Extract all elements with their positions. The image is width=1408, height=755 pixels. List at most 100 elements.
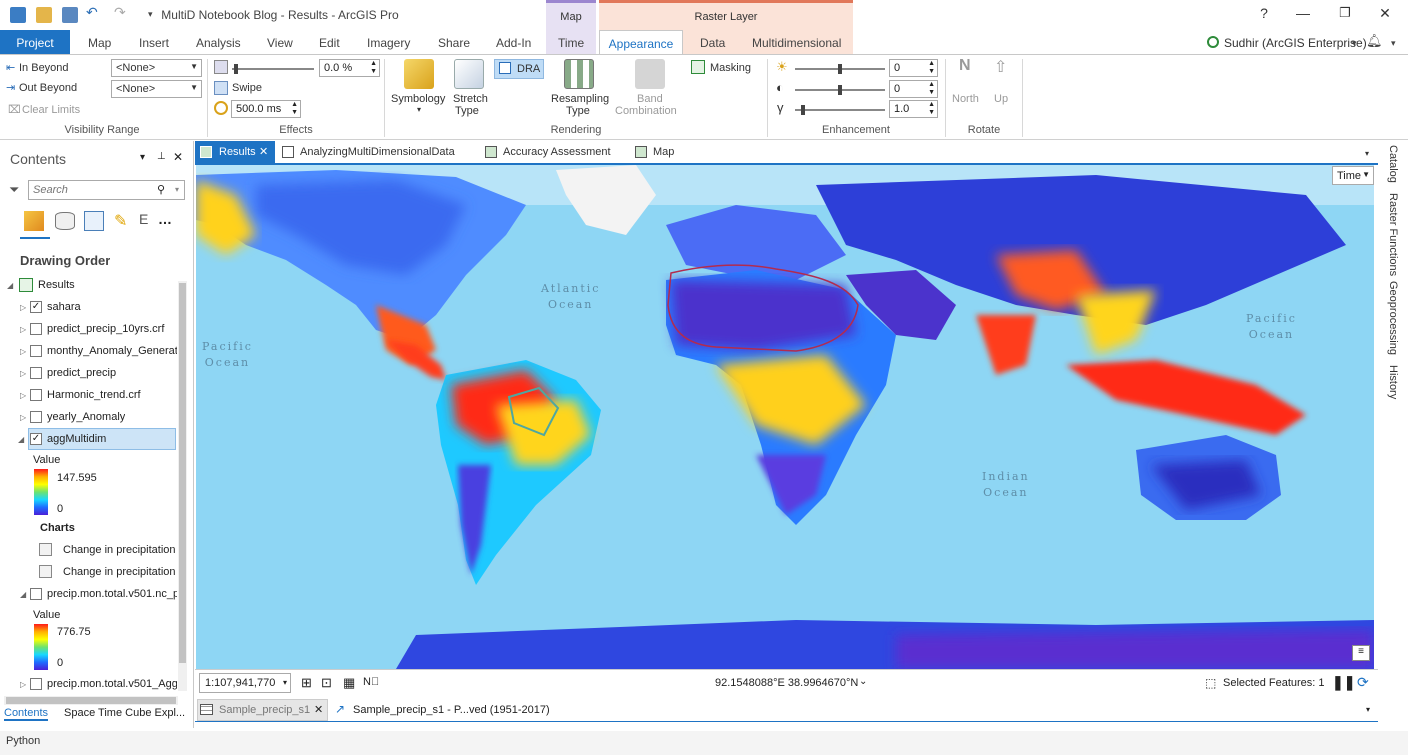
user-menu-arrow-icon[interactable]: ▾	[1352, 38, 1357, 49]
layer-checkbox[interactable]	[30, 411, 42, 423]
band-combination-label-1[interactable]: Band	[637, 93, 663, 105]
expand-arrow-icon[interactable]: ▷	[20, 347, 26, 356]
tab-project[interactable]: Project	[0, 30, 70, 54]
map-name[interactable]: Results	[38, 279, 75, 291]
tab-analysis[interactable]: Analysis	[196, 36, 241, 50]
notification-bell-icon[interactable]: 🔔︎	[1366, 33, 1383, 49]
expand-arrow-icon[interactable]: ▷	[20, 391, 26, 400]
expand-arrow-icon[interactable]: ▷	[20, 325, 26, 334]
refresh-icon[interactable]: ⟳	[1357, 674, 1369, 691]
layer-monthy-anomaly[interactable]: monthy_Anomaly_Generate	[47, 345, 177, 357]
search-input[interactable]	[33, 182, 153, 198]
pane-tab-raster-functions[interactable]: Raster Functions	[1387, 193, 1399, 276]
slider-thumb[interactable]	[801, 105, 805, 115]
pause-drawing-icon[interactable]: ❚❚	[1332, 674, 1355, 691]
list-by-snapping-icon[interactable]: E	[139, 211, 148, 227]
layer-precip-nc[interactable]: precip.mon.total.v501.nc_p	[47, 588, 177, 600]
doc-tab-accuracy[interactable]: Accuracy Assessment	[503, 146, 611, 158]
spinner-arrows-icon[interactable]: ▲ ▼	[928, 81, 935, 97]
doc-tab-map[interactable]: Map	[653, 146, 674, 158]
layer-checkbox-aggmultidim[interactable]: ✓	[30, 433, 42, 445]
map-notes-icon[interactable]: ≡	[1352, 645, 1370, 661]
tab-multidimensional[interactable]: Multidimensional	[752, 36, 841, 50]
in-beyond-button[interactable]: In Beyond	[19, 62, 69, 74]
tab-list-arrow-icon[interactable]: ▾	[1365, 149, 1369, 158]
python-tab[interactable]: Python	[6, 735, 40, 747]
slider-thumb[interactable]	[838, 64, 842, 74]
stretch-type-icon[interactable]	[454, 59, 484, 89]
time-slider-button[interactable]: Time ▼	[1332, 166, 1374, 185]
layer-checkbox[interactable]	[30, 323, 42, 335]
expand-arrow-icon[interactable]: ▷	[20, 303, 26, 312]
expand-arrow-icon[interactable]: ▷	[20, 369, 26, 378]
list-by-selection-icon[interactable]	[84, 211, 104, 231]
pane-tab-space-time-cube[interactable]: Space Time Cube Expl...	[64, 707, 186, 719]
up-button[interactable]: Up	[994, 93, 1008, 105]
collapse-arrow-icon[interactable]: ◢	[18, 435, 24, 444]
scale-combo[interactable]: 1:107,941,770 ▾	[199, 673, 291, 693]
brightness-slider[interactable]	[795, 64, 885, 74]
close-window-button[interactable]: ✕	[1375, 5, 1395, 22]
filter-icon[interactable]: ⏷	[9, 182, 19, 198]
symbology-icon[interactable]	[404, 59, 434, 89]
resampling-type-icon[interactable]	[564, 59, 594, 89]
chart-item[interactable]: Change in precipitation	[63, 566, 178, 578]
fixed-zoom-icon[interactable]: ⊞	[301, 675, 312, 691]
chart-item[interactable]: Change in precipitation	[63, 544, 178, 556]
layer-harmonic-trend[interactable]: Harmonic_trend.crf	[47, 389, 141, 401]
tab-map[interactable]: Map	[88, 36, 111, 50]
gamma-slider[interactable]	[795, 105, 885, 115]
out-beyond-scale-combo[interactable]: <None> ▼	[111, 80, 202, 98]
more-options-icon[interactable]: …	[158, 211, 172, 227]
expand-arrow-icon[interactable]: ▷	[20, 413, 26, 422]
pane-tab-history[interactable]: History	[1387, 365, 1399, 399]
contrast-spinner[interactable]: 0 ▲ ▼	[889, 80, 938, 98]
collapse-arrow-icon[interactable]: ◢	[7, 281, 13, 290]
list-by-editing-icon[interactable]: ✎	[114, 211, 127, 231]
map-canvas[interactable]: Atlantic Ocean Pacific Ocean Pacific Oce…	[196, 165, 1374, 669]
selected-features-count[interactable]: Selected Features: 1	[1223, 677, 1325, 689]
close-tab-icon[interactable]: ✕	[314, 703, 323, 716]
slider-thumb[interactable]	[838, 85, 842, 95]
coordinate-format-arrow-icon[interactable]: ⌄	[859, 676, 867, 687]
close-pane-icon[interactable]: ✕	[173, 150, 183, 164]
brightness-spinner[interactable]: 0 ▲ ▼	[889, 59, 938, 77]
layer-checkbox-sahara[interactable]: ✓	[30, 301, 42, 313]
layer-aggmultidim[interactable]: aggMultidim	[47, 433, 106, 445]
band-combination-icon[interactable]	[635, 59, 665, 89]
snapping-icon[interactable]: N⃪	[363, 676, 379, 688]
layer-precip-agg[interactable]: precip.mon.total.v501_Agg	[47, 678, 177, 690]
clear-limits-button[interactable]: Clear Limits	[22, 104, 80, 116]
doc-tab-results-label[interactable]: Results	[219, 146, 256, 158]
tab-add-in[interactable]: Add-In	[496, 36, 531, 50]
stretch-type-label-1[interactable]: Stretch	[453, 93, 488, 105]
ribbon-collapse-icon[interactable]: ▾	[1391, 38, 1396, 49]
resampling-type-label-1[interactable]: Resampling	[551, 93, 609, 105]
resampling-type-label-2[interactable]: Type	[566, 105, 590, 117]
list-by-drawing-order-icon[interactable]	[24, 211, 44, 231]
contents-scrollbar[interactable]	[178, 281, 187, 691]
expand-arrow-icon[interactable]: ▷	[20, 680, 26, 689]
doc-tab-table-label[interactable]: Sample_precip_s1	[219, 704, 310, 716]
transparency-slider[interactable]	[232, 64, 314, 74]
layer-checkbox[interactable]	[30, 389, 42, 401]
tab-list-arrow-icon[interactable]: ▾	[1366, 705, 1370, 714]
layer-checkbox[interactable]	[30, 678, 42, 690]
zoom-extent-icon[interactable]: ⊡	[321, 675, 332, 691]
tab-imagery[interactable]: Imagery	[367, 36, 410, 50]
dropdown-arrow-icon[interactable]: ▾	[417, 105, 421, 114]
tab-data[interactable]: Data	[700, 36, 725, 50]
slider-thumb[interactable]	[234, 64, 238, 74]
restore-button[interactable]: ❐	[1335, 5, 1355, 21]
tab-edit[interactable]: Edit	[319, 36, 340, 50]
swipe-button[interactable]: Swipe	[232, 82, 262, 94]
stretch-type-label-2[interactable]: Type	[455, 105, 479, 117]
layer-yearly-anomaly[interactable]: yearly_Anomaly	[47, 411, 125, 423]
chevron-down-icon[interactable]: ▾	[175, 185, 179, 194]
help-button[interactable]: ?	[1254, 5, 1274, 21]
minimize-button[interactable]: —	[1293, 5, 1313, 21]
transparency-spinner[interactable]: 0.0 % ▲ ▼	[319, 59, 380, 77]
collapse-arrow-icon[interactable]: ◢	[20, 590, 26, 599]
search-box[interactable]: ⚲ ▾	[28, 180, 185, 200]
grid-icon[interactable]: ▦	[343, 675, 355, 691]
